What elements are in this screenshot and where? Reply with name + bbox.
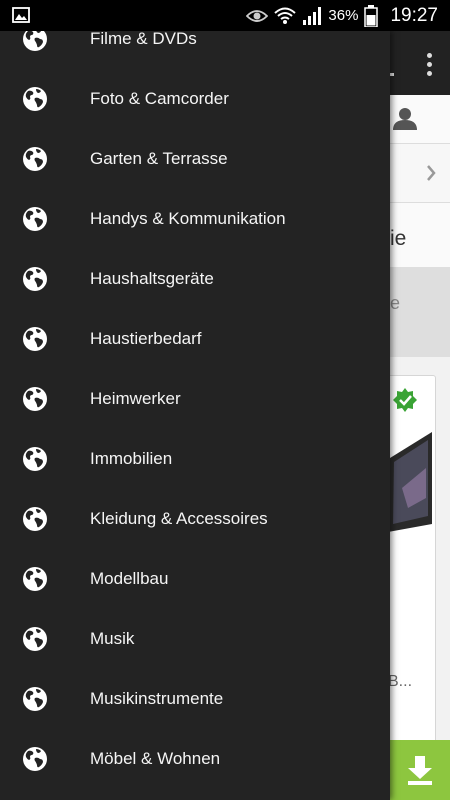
drawer-item[interactable]: Foto & Camcorder bbox=[0, 69, 390, 129]
drawer-item-label: Haushaltsgeräte bbox=[90, 269, 214, 288]
eye-icon bbox=[246, 9, 269, 22]
globe-icon bbox=[23, 447, 47, 471]
category-list: Filme & DVDs Foto & Camcorder Garten & T… bbox=[0, 31, 390, 789]
clock: 19:27 bbox=[390, 4, 438, 26]
drawer-item[interactable]: Filme & DVDs bbox=[0, 31, 390, 69]
battery-percent: 36% bbox=[328, 7, 359, 24]
globe-icon bbox=[23, 31, 47, 51]
globe-icon bbox=[23, 387, 47, 411]
drawer-item[interactable]: Möbel & Wohnen bbox=[0, 729, 390, 789]
globe-icon bbox=[23, 87, 47, 111]
drawer-item[interactable]: Kleidung & Accessoires bbox=[0, 489, 390, 549]
drawer-item[interactable]: Musikinstrumente bbox=[0, 669, 390, 729]
drawer-item-label: Garten & Terrasse bbox=[90, 149, 228, 168]
overflow-menu-icon[interactable] bbox=[427, 53, 432, 80]
globe-icon bbox=[23, 267, 47, 291]
verified-badge-icon bbox=[392, 387, 418, 418]
drawer-item-label: Haustierbedarf bbox=[90, 329, 202, 348]
globe-icon bbox=[23, 627, 47, 651]
globe-icon bbox=[23, 747, 47, 771]
user-icon[interactable] bbox=[393, 108, 417, 135]
navigation-drawer: Filme & DVDs Foto & Camcorder Garten & T… bbox=[0, 31, 390, 800]
globe-icon bbox=[23, 687, 47, 711]
battery-icon bbox=[364, 4, 379, 27]
chevron-right-icon bbox=[426, 165, 436, 186]
drawer-item-label: Heimwerker bbox=[90, 389, 181, 408]
drawer-item-label: Immobilien bbox=[90, 449, 173, 468]
drawer-item-label: Handys & Kommunikation bbox=[90, 209, 286, 228]
image-icon bbox=[12, 7, 30, 23]
drawer-item[interactable]: Haushaltsgeräte bbox=[0, 249, 390, 309]
notification-area bbox=[12, 7, 30, 28]
globe-icon bbox=[23, 207, 47, 231]
wifi-icon bbox=[274, 7, 297, 24]
system-icons: 36% 19:27 bbox=[246, 0, 438, 31]
globe-icon bbox=[23, 147, 47, 171]
product-image bbox=[388, 428, 432, 543]
drawer-item-label: Kleidung & Accessoires bbox=[90, 509, 268, 528]
drawer-item-label: Musikinstrumente bbox=[90, 689, 224, 708]
drawer-item[interactable]: Modellbau bbox=[0, 549, 390, 609]
status-bar: 36% 19:27 bbox=[0, 0, 450, 31]
drawer-item-label: Foto & Camcorder bbox=[90, 89, 229, 108]
drawer-item[interactable]: Immobilien bbox=[0, 429, 390, 489]
drawer-item[interactable]: Garten & Terrasse bbox=[0, 129, 390, 189]
drawer-item-label: Möbel & Wohnen bbox=[90, 749, 221, 768]
globe-icon bbox=[23, 507, 47, 531]
drawer-item[interactable]: Handys & Kommunikation bbox=[0, 189, 390, 249]
partial-heading: ie bbox=[390, 227, 407, 250]
drawer-item[interactable]: Heimwerker bbox=[0, 369, 390, 429]
drawer-item-label: Filme & DVDs bbox=[90, 31, 197, 48]
globe-icon bbox=[23, 567, 47, 591]
drawer-item[interactable]: Haustierbedarf bbox=[0, 309, 390, 369]
partial-card-text: B... bbox=[388, 673, 413, 690]
download-button[interactable] bbox=[390, 740, 450, 800]
signal-icon bbox=[303, 6, 322, 25]
partial-search-text: e bbox=[390, 293, 401, 313]
drawer-item-label: Musik bbox=[90, 629, 135, 648]
drawer-item-label: Modellbau bbox=[90, 569, 169, 588]
globe-icon bbox=[23, 327, 47, 351]
drawer-item[interactable]: Musik bbox=[0, 609, 390, 669]
download-icon bbox=[408, 756, 432, 785]
